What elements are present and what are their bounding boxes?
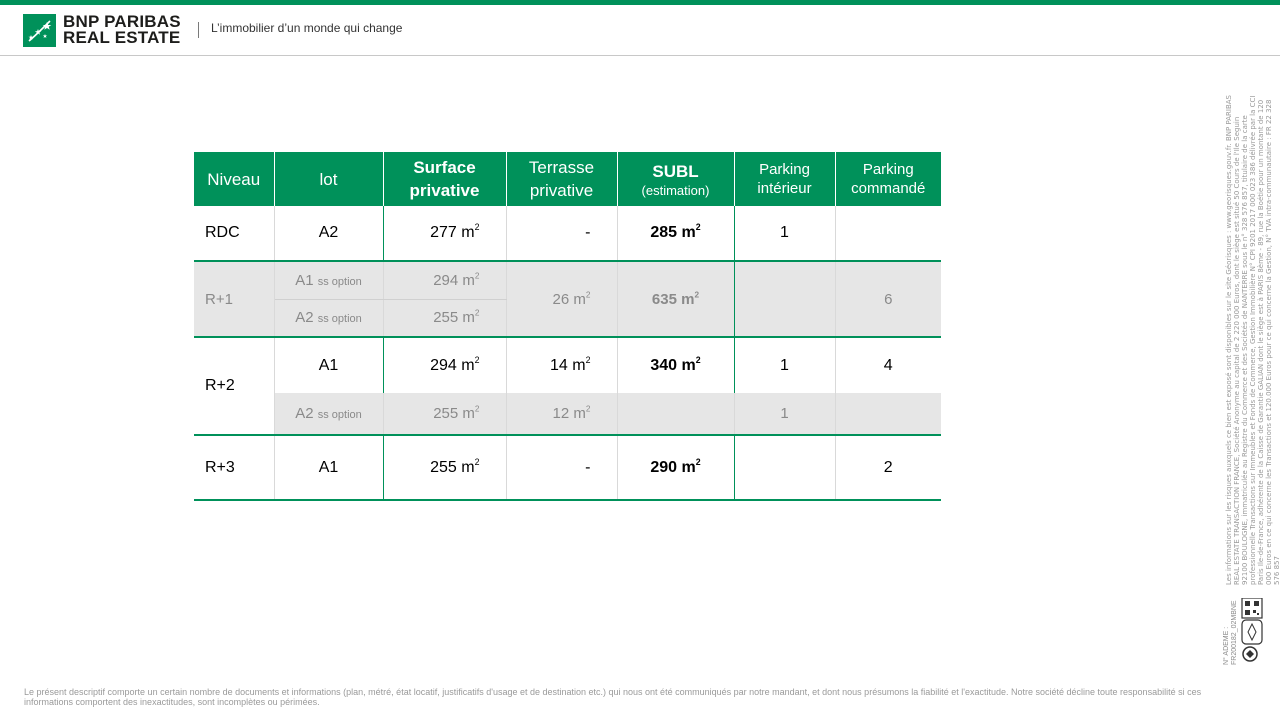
header-subl: SUBL (estimation) [617,152,735,206]
side-badges [1240,597,1264,669]
cell-surface: 294 m2 [383,337,507,393]
cell-lot: A1 [274,337,384,393]
table-row-r1-a: R+1 A1 ss option 294 m2 26 m2 635 m2 6 [194,261,941,338]
cell-subl [617,393,735,436]
cell-terrasse: - [506,206,618,262]
header-surface-privative: Surface privative [383,152,507,206]
table-row-r2-b: A2 ss option 255 m2 12 m2 1 [194,393,941,436]
bnp-stars-logo-icon [23,14,56,47]
header-parking-interieur: Parking intérieur [734,152,836,206]
cell-lot: A1 [274,435,384,501]
cell-parking-commande: 2 [835,435,941,501]
header-terrasse-privative: Terrasse privative [506,152,618,206]
cell-subl: 635 m2 [617,261,735,338]
cell-terrasse: 14 m2 [506,337,618,393]
cell-surface: 255 m2 [383,393,507,436]
cell-subl: 290 m2 [617,435,735,501]
cell-lot: A2 ss option [274,393,384,436]
cell-niveau: RDC [194,206,275,262]
cell-parking-interieur: 1 [734,206,836,262]
cell-parking-commande [835,393,941,436]
cell-niveau: R+3 [194,435,275,501]
cell-parking-interieur [734,261,836,338]
brand-name: BNP PARIBAS REAL ESTATE [63,13,181,47]
header-niveau: Niveau [194,152,275,206]
cell-terrasse: 26 m2 [506,261,618,338]
qr-code-icon [1241,597,1263,662]
cell-terrasse: - [506,435,618,501]
cell-parking-interieur: 1 [734,337,836,393]
brand-line2: REAL ESTATE [63,28,181,47]
legal-side-text: Les informations sur les risques auxquel… [1225,95,1280,585]
header-divider [0,55,1280,56]
cell-surface: 294 m2 [383,261,507,300]
brand-tagline: L’immobilier d’un monde qui change [211,21,403,35]
cell-parking-interieur: 1 [734,393,836,436]
lots-table-container: Niveau lot Surface privative Terrasse pr… [194,152,941,501]
cell-lot: A1 ss option [274,261,384,300]
table-row-r3: R+3 A1 255 m2 - 290 m2 2 [194,435,941,501]
cell-lot: A2 [274,206,384,262]
cell-parking-interieur [734,435,836,501]
cell-lot: A2 ss option [274,299,384,338]
cell-parking-commande: 6 [835,261,941,338]
cell-subl: 340 m2 [617,337,735,393]
ademe-number: N° ADEME : FR200182_02MBNE [1223,600,1238,665]
brand-separator [198,22,199,38]
cell-terrasse: 12 m2 [506,393,618,436]
header: BNP PARIBAS REAL ESTATE L’immobilier d’u… [0,5,1280,55]
table-row-r2-a: R+2 A1 294 m2 14 m2 340 m2 1 4 [194,337,941,436]
cell-subl: 285 m2 [617,206,735,262]
footer-disclaimer: Le présent descriptif comporte un certai… [24,687,1202,707]
cell-parking-commande [835,206,941,262]
table-header-row: Niveau lot Surface privative Terrasse pr… [194,152,941,206]
cell-surface: 255 m2 [383,299,507,338]
cell-niveau: R+1 [194,261,275,338]
lots-table: Niveau lot Surface privative Terrasse pr… [194,152,941,501]
header-parking-commande: Parking commandé [835,152,941,206]
cell-parking-commande: 4 [883,356,893,374]
cell-niveau: R+2 [194,337,275,436]
cell-surface: 277 m2 [383,206,507,262]
header-lot: lot [274,152,384,206]
table-row-rdc: RDC A2 277 m2 - 285 m2 1 [194,206,941,262]
cell-surface: 255 m2 [383,435,507,501]
